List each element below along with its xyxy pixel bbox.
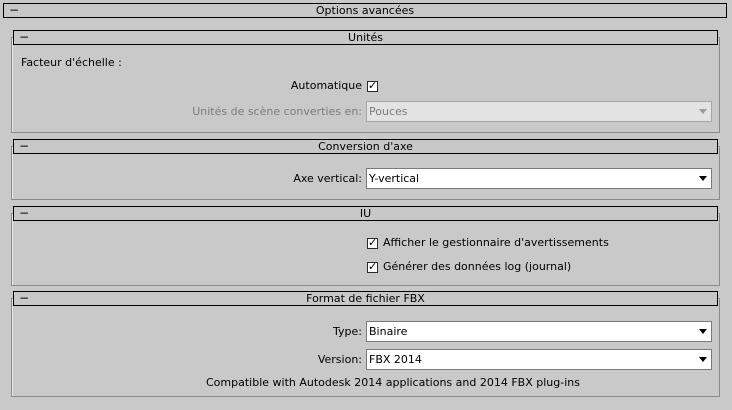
automatic-label: Automatique [290,79,362,92]
ui-panel [11,213,720,286]
version-label: Version: [317,353,362,366]
type-label: Type: [333,325,362,338]
scene-units-value: Pouces [369,105,408,118]
rollout-title: Options avancées [315,4,415,17]
chevron-down-icon [699,176,707,181]
rollout-title: IU [359,207,372,220]
fbx-export-advanced-options: − Options avancées − Unités Facteur d'éc… [0,0,732,410]
type-value: Binaire [369,325,408,338]
generate-log-checkbox[interactable]: ✓ [367,260,378,273]
rollout-header-advanced-options[interactable]: − Options avancées [3,3,727,18]
up-axis-value: Y-vertical [369,172,420,185]
rollout-title: Unités [348,31,383,44]
automatic-checkbox[interactable]: ✓ [367,79,378,92]
scene-units-label: Unités de scène converties en: [192,105,362,118]
compatibility-note: Compatible with Autodesk 2014 applicatio… [206,376,580,389]
version-dropdown[interactable]: FBX 2014 [366,349,712,370]
rollout-header-axis-conversion[interactable]: − Conversion d'axe [13,139,718,154]
scene-units-dropdown[interactable]: Pouces [366,101,712,122]
rollout-header-ui[interactable]: − IU [13,206,718,221]
chevron-down-icon [699,329,707,334]
chevron-down-icon [699,109,707,114]
checkmark-icon: ✓ [368,260,378,273]
rollout-header-fbx-format[interactable]: − Format de fichier FBX [13,291,718,306]
rollout-title: Format de fichier FBX [306,292,425,305]
generate-log-label[interactable]: Générer des données log (journal) [383,260,571,274]
up-axis-label: Axe vertical: [293,172,362,185]
show-warnings-checkbox[interactable]: ✓ [367,236,378,249]
rollout-title: Conversion d'axe [318,140,413,153]
version-value: FBX 2014 [369,353,422,366]
checkmark-icon: ✓ [368,79,378,92]
up-axis-dropdown[interactable]: Y-vertical [366,168,712,189]
scale-factor-label: Facteur d'échelle : [21,56,122,69]
show-warnings-label[interactable]: Afficher le gestionnaire d'avertissement… [383,236,609,250]
type-dropdown[interactable]: Binaire [366,321,712,342]
chevron-down-icon [699,357,707,362]
checkmark-icon: ✓ [368,236,378,249]
rollout-header-units[interactable]: − Unités [13,30,718,45]
